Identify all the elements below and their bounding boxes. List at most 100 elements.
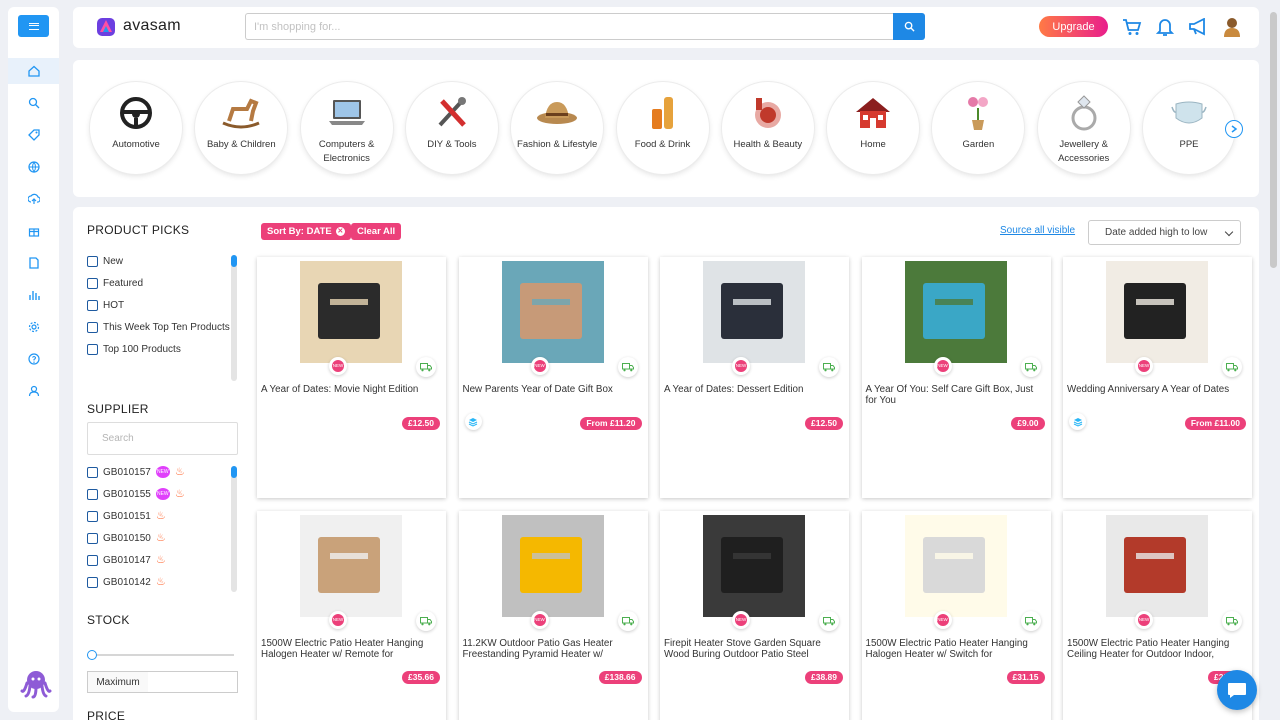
category-laptop[interactable]: Computers & Electronics [300, 82, 393, 174]
product-card[interactable]: NEW New Parents Year of Date Gift Box From… [458, 257, 648, 498]
category-cosmetics[interactable]: Health & Beauty [721, 82, 814, 174]
nav-item-gear[interactable] [8, 314, 59, 340]
sort-by-chip[interactable]: Sort By: DATE ✕ [261, 223, 351, 240]
product-title[interactable]: Firepit Heater Stove Garden Square Wood … [664, 638, 844, 660]
product-image[interactable] [300, 515, 402, 617]
sort-order-select[interactable]: Date added high to low [1088, 220, 1241, 245]
pick-option[interactable]: This Week Top Ten Products [87, 321, 239, 334]
product-image[interactable] [300, 261, 402, 363]
pick-option[interactable]: HOT [87, 299, 239, 312]
category-tools[interactable]: DIY & Tools [405, 82, 498, 174]
megaphone-icon[interactable] [1187, 16, 1209, 38]
nav-item-upload[interactable] [8, 186, 59, 212]
product-card[interactable]: NEW A Year Of You: Self Care Gift Box, Ju… [861, 257, 1051, 498]
product-image[interactable] [904, 515, 1007, 617]
supplier-scrollbar[interactable] [231, 466, 237, 592]
source-all-visible-link[interactable]: Source all visible [1000, 225, 1075, 236]
remove-filter-icon[interactable]: ✕ [335, 227, 345, 236]
checkbox[interactable] [87, 533, 98, 544]
checkbox[interactable] [87, 300, 98, 311]
product-title[interactable]: 11.2KW Outdoor Patio Gas Heater Freestan… [463, 638, 643, 660]
category-ring[interactable]: Jewellery & Accessories [1037, 82, 1130, 174]
category-rocking-horse[interactable]: Baby & Children [195, 82, 288, 174]
product-title[interactable]: 1500W Electric Patio Heater Hanging Halo… [866, 638, 1046, 660]
supplier-option[interactable]: GB010155 NEW ♨ [87, 488, 239, 501]
pick-option[interactable]: Featured [87, 277, 239, 290]
product-card[interactable]: NEW Wedding Anniversary A Year of Dates Fr… [1063, 257, 1252, 498]
product-picks-list: New Featured HOT This Week Top Ten Products… [87, 255, 239, 383]
checkbox[interactable] [87, 577, 98, 588]
product-card[interactable]: NEW A Year of Dates: Dessert Edition £12.5… [660, 257, 849, 498]
nav-item-home[interactable] [8, 58, 59, 84]
checkbox[interactable] [87, 322, 98, 333]
category-flowers[interactable]: Garden [932, 82, 1025, 174]
product-card[interactable]: NEW 1500W Electric Patio Heater Hanging H… [861, 511, 1051, 720]
product-image[interactable] [501, 515, 604, 617]
nav-item-search[interactable] [8, 90, 59, 116]
stock-range-slider[interactable] [87, 650, 234, 660]
nav-item-chart[interactable] [8, 282, 59, 308]
stock-maximum-input[interactable] [148, 671, 238, 693]
checkbox[interactable] [87, 278, 98, 289]
product-card[interactable]: NEW 1500W Electric Patio Heater Hanging H… [257, 511, 446, 720]
supplier-option[interactable]: GB010147 ♨ [87, 554, 239, 567]
octopus-mascot-icon[interactable] [20, 667, 52, 699]
pick-option[interactable]: Top 100 Products [87, 343, 239, 356]
product-card[interactable]: NEW 11.2KW Outdoor Patio Gas Heater Frees… [458, 511, 648, 720]
nav-item-gift[interactable] [8, 218, 59, 244]
carousel-next-button[interactable] [1225, 120, 1243, 138]
document-icon [28, 257, 39, 269]
slider-handle[interactable] [87, 650, 97, 660]
menu-toggle-button[interactable] [18, 15, 49, 37]
supplier-option[interactable]: GB010157 NEW ♨ [87, 466, 239, 479]
new-product-badge: NEW [933, 357, 952, 375]
product-title[interactable]: A Year of Dates: Dessert Edition [664, 384, 844, 395]
product-image[interactable] [501, 261, 604, 363]
category-hat[interactable]: Fashion & Lifestyle [511, 82, 604, 174]
supplier-option[interactable]: GB010151 ♨ [87, 510, 239, 523]
supplier-search-input[interactable] [87, 422, 238, 455]
cart-icon[interactable] [1121, 16, 1143, 38]
clear-all-button[interactable]: Clear All [351, 223, 402, 240]
category-face-mask[interactable]: PPE [1143, 82, 1235, 174]
pick-option[interactable]: New [87, 255, 239, 268]
supplier-option[interactable]: GB010150 ♨ [87, 532, 239, 545]
product-title[interactable]: A Year Of You: Self Care Gift Box, Just … [866, 384, 1046, 406]
supplier-option[interactable]: GB010142 ♨ [87, 576, 239, 589]
upgrade-button[interactable]: Upgrade [1039, 16, 1108, 37]
product-image[interactable] [1106, 515, 1208, 617]
checkbox[interactable] [87, 555, 98, 566]
product-image[interactable] [703, 515, 805, 617]
price-badge: £38.89 [805, 671, 843, 684]
user-avatar-icon[interactable] [1221, 16, 1243, 38]
product-image[interactable] [1106, 261, 1208, 363]
checkbox[interactable] [87, 511, 98, 522]
product-image[interactable] [904, 261, 1007, 363]
nav-item-user[interactable] [8, 378, 59, 404]
product-title[interactable]: 1500W Electric Patio Heater Hanging Halo… [261, 638, 441, 660]
product-title[interactable]: Wedding Anniversary A Year of Dates [1067, 384, 1247, 395]
product-title[interactable]: A Year of Dates: Movie Night Edition [261, 384, 441, 395]
nav-item-globe[interactable] [8, 154, 59, 180]
picks-scrollbar[interactable] [231, 255, 237, 381]
product-title[interactable]: New Parents Year of Date Gift Box [463, 384, 643, 395]
product-card[interactable]: NEW A Year of Dates: Movie Night Edition £… [257, 257, 446, 498]
checkbox[interactable] [87, 489, 98, 500]
product-image[interactable] [703, 261, 805, 363]
nav-item-document[interactable] [8, 250, 59, 276]
bell-icon[interactable] [1154, 16, 1176, 38]
checkbox[interactable] [87, 467, 98, 478]
product-card[interactable]: NEW Firepit Heater Stove Garden Square Wo… [660, 511, 849, 720]
checkbox[interactable] [87, 344, 98, 355]
chat-button[interactable] [1217, 670, 1257, 710]
category-drinks[interactable]: Food & Drink [616, 82, 709, 174]
nav-item-help[interactable] [8, 346, 59, 372]
category-house[interactable]: Home [827, 82, 920, 174]
category-steering-wheel[interactable]: Automotive [90, 82, 182, 174]
nav-item-tag[interactable] [8, 122, 59, 148]
checkbox[interactable] [87, 256, 98, 267]
product-title[interactable]: 1500W Electric Patio Heater Hanging Ceil… [1067, 638, 1247, 660]
search-button[interactable] [893, 13, 925, 40]
product-search-input[interactable] [245, 13, 893, 40]
page-scrollbar[interactable] [1270, 12, 1277, 268]
